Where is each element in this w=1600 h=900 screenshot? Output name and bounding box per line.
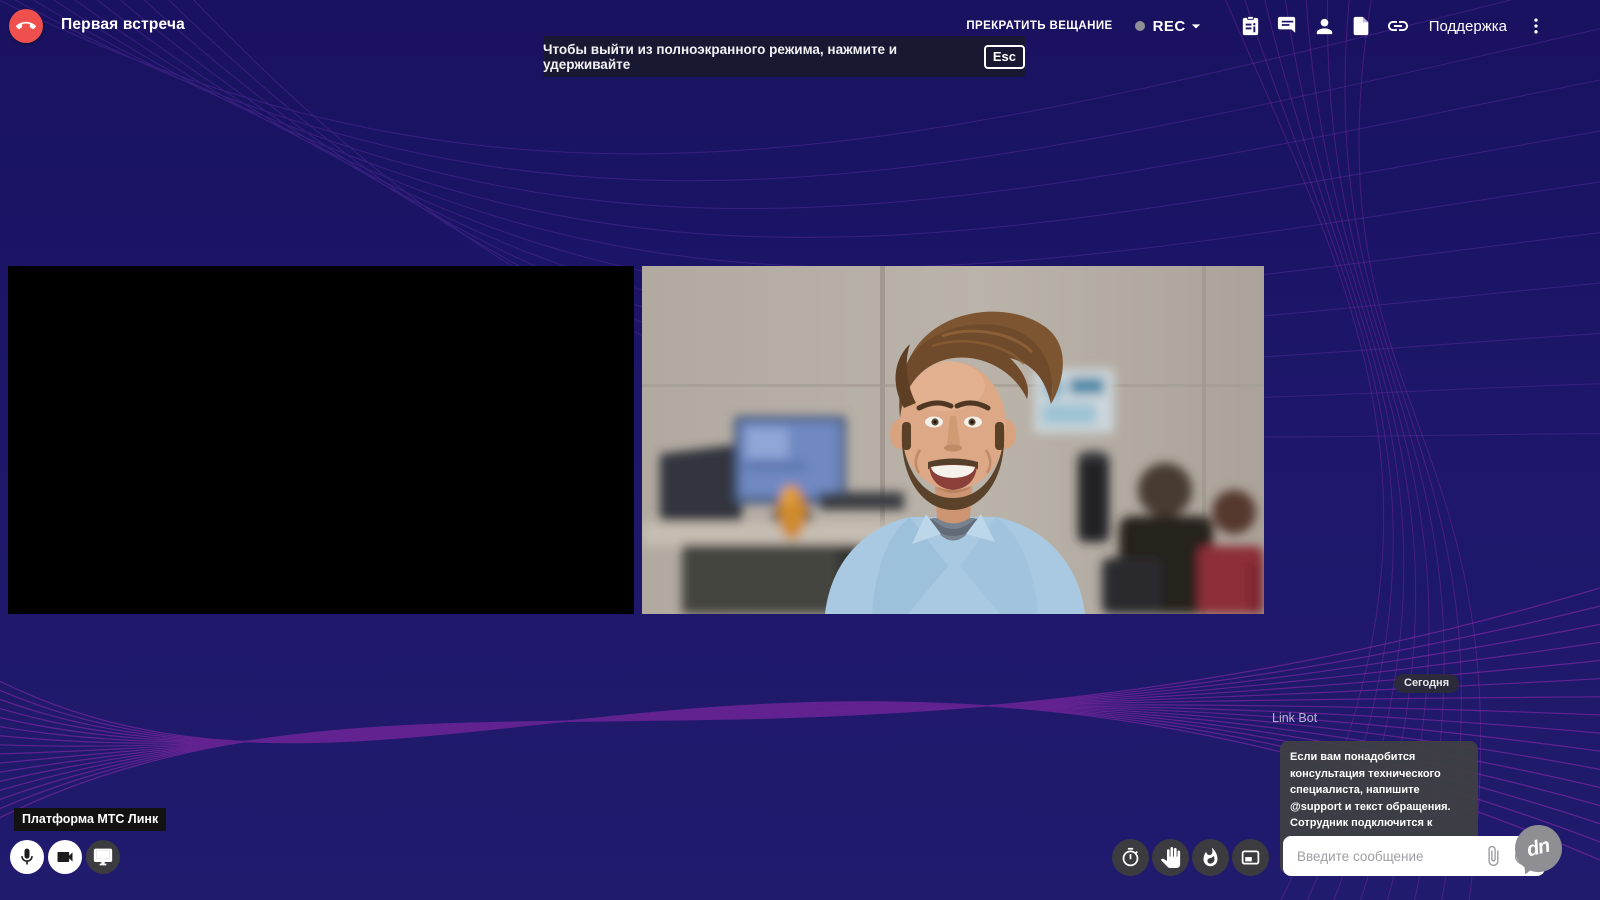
files-document-icon — [1350, 15, 1372, 37]
rec-label: REC — [1153, 18, 1186, 35]
fullscreen-exit-text: Чтобы выйти из полноэкранного режима, на… — [543, 42, 974, 72]
engagement-controls — [1112, 839, 1269, 876]
video-tile-left-black[interactable] — [8, 266, 634, 614]
video-tile-participant[interactable] — [642, 266, 1264, 614]
stop-broadcast-button[interactable]: ПРЕКРАТИТЬ ВЕЩАНИЕ — [966, 20, 1112, 32]
agenda-button[interactable] — [1238, 14, 1262, 38]
camera-icon — [55, 847, 75, 867]
screen-share-icon — [93, 847, 113, 867]
platform-tooltip: Платформа МТС Линк — [14, 808, 166, 831]
hangup-call-button[interactable] — [9, 9, 43, 43]
recording-control[interactable]: REC — [1135, 16, 1206, 36]
chat-button[interactable] — [1275, 14, 1299, 38]
raise-hand-button[interactable] — [1152, 839, 1189, 876]
timer-button[interactable] — [1112, 839, 1149, 876]
microphone-icon — [17, 847, 37, 867]
media-controls — [10, 840, 120, 874]
copy-link-button[interactable] — [1386, 14, 1410, 38]
kebab-menu-icon — [1526, 16, 1546, 36]
chat-date-badge: Сегодня — [1394, 674, 1459, 693]
chat-input-container: dn — [1283, 836, 1545, 876]
esc-key-badge: Esc — [984, 45, 1025, 69]
picture-in-picture-button[interactable] — [1232, 839, 1269, 876]
chat-message-input[interactable] — [1295, 848, 1473, 865]
brand-logo-bubble: dn — [1515, 825, 1562, 872]
screen-share-button[interactable] — [86, 840, 120, 874]
participants-button[interactable] — [1312, 14, 1336, 38]
more-menu-button[interactable] — [1524, 14, 1548, 38]
agenda-clipboard-icon — [1239, 15, 1262, 38]
fire-reaction-button[interactable] — [1192, 839, 1229, 876]
fire-icon — [1200, 847, 1221, 868]
participant-video-frame — [642, 266, 1264, 614]
attach-file-icon[interactable] — [1482, 845, 1504, 867]
support-button[interactable]: Поддержка — [1429, 18, 1507, 35]
fullscreen-exit-notification: Чтобы выйти из полноэкранного режима, на… — [543, 36, 1025, 77]
timer-icon — [1120, 847, 1141, 868]
chat-sender-name: Link Bot — [1272, 711, 1317, 725]
camera-button[interactable] — [48, 840, 82, 874]
rec-status-dot — [1135, 21, 1145, 31]
picture-in-picture-icon — [1240, 847, 1261, 868]
hangup-phone-icon — [16, 16, 36, 36]
chat-bubble-icon — [1276, 15, 1299, 38]
files-button[interactable] — [1349, 14, 1373, 38]
microphone-button[interactable] — [10, 840, 44, 874]
caret-down-icon — [1186, 16, 1206, 36]
raise-hand-icon — [1160, 847, 1181, 868]
header-actions: ПРЕКРАТИТЬ ВЕЩАНИЕ REC — [966, 0, 1554, 52]
brand-logo-text: dn — [1525, 835, 1552, 863]
meeting-title: Первая встреча — [61, 16, 185, 34]
participants-person-icon — [1313, 15, 1336, 38]
link-chain-icon — [1386, 14, 1410, 38]
